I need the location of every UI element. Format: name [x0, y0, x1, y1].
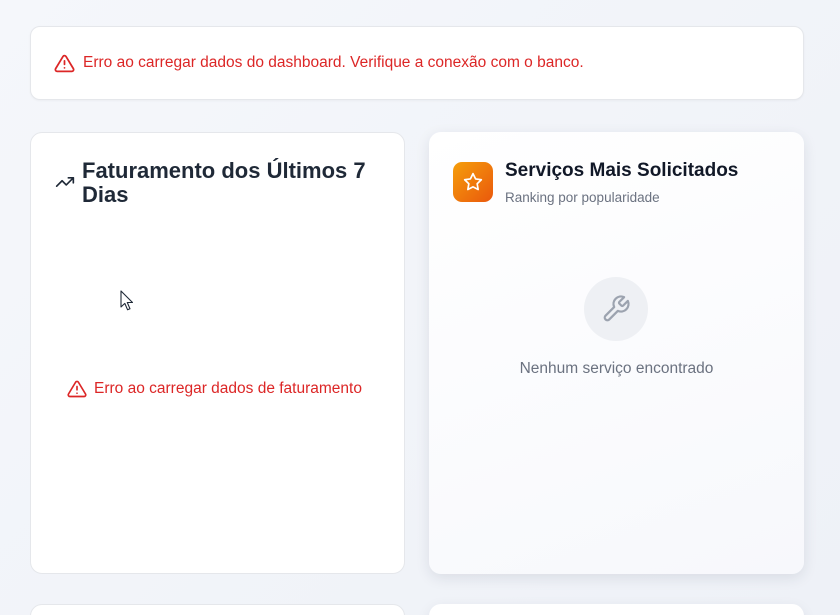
empty-state-icon-circle [584, 277, 648, 341]
services-empty-message: Nenhum serviço encontrado [519, 360, 714, 377]
revenue-error-message: Erro ao carregar dados de faturamento [94, 380, 362, 397]
lower-card-left [30, 604, 405, 615]
revenue-card-title: Faturamento dos Últimos 7 Dias [82, 158, 366, 207]
revenue-error: Erro ao carregar dados de faturamento [67, 379, 362, 399]
dashboard-error-banner: Erro ao carregar dados do dashboard. Ver… [30, 26, 804, 100]
services-card-title: Serviços Mais Solicitados [505, 160, 739, 181]
revenue-card: Faturamento dos Últimos 7 Dias Erro ao c… [30, 132, 405, 574]
services-card: Serviços Mais Solicitados Ranking por po… [429, 132, 804, 574]
dashboard-error-message: Erro ao carregar dados do dashboard. Ver… [83, 54, 584, 71]
star-icon [463, 172, 483, 192]
services-card-subtitle: Ranking por popularidade [505, 190, 660, 205]
alert-triangle-icon [67, 379, 87, 399]
trending-up-icon [55, 172, 75, 192]
wrench-icon [601, 294, 631, 324]
alert-triangle-icon [54, 53, 75, 74]
lower-card-right [429, 604, 804, 615]
mouse-cursor-icon [120, 290, 134, 311]
revenue-card-header: Faturamento dos Últimos 7 Dias [55, 159, 382, 207]
services-icon-badge [453, 162, 493, 202]
